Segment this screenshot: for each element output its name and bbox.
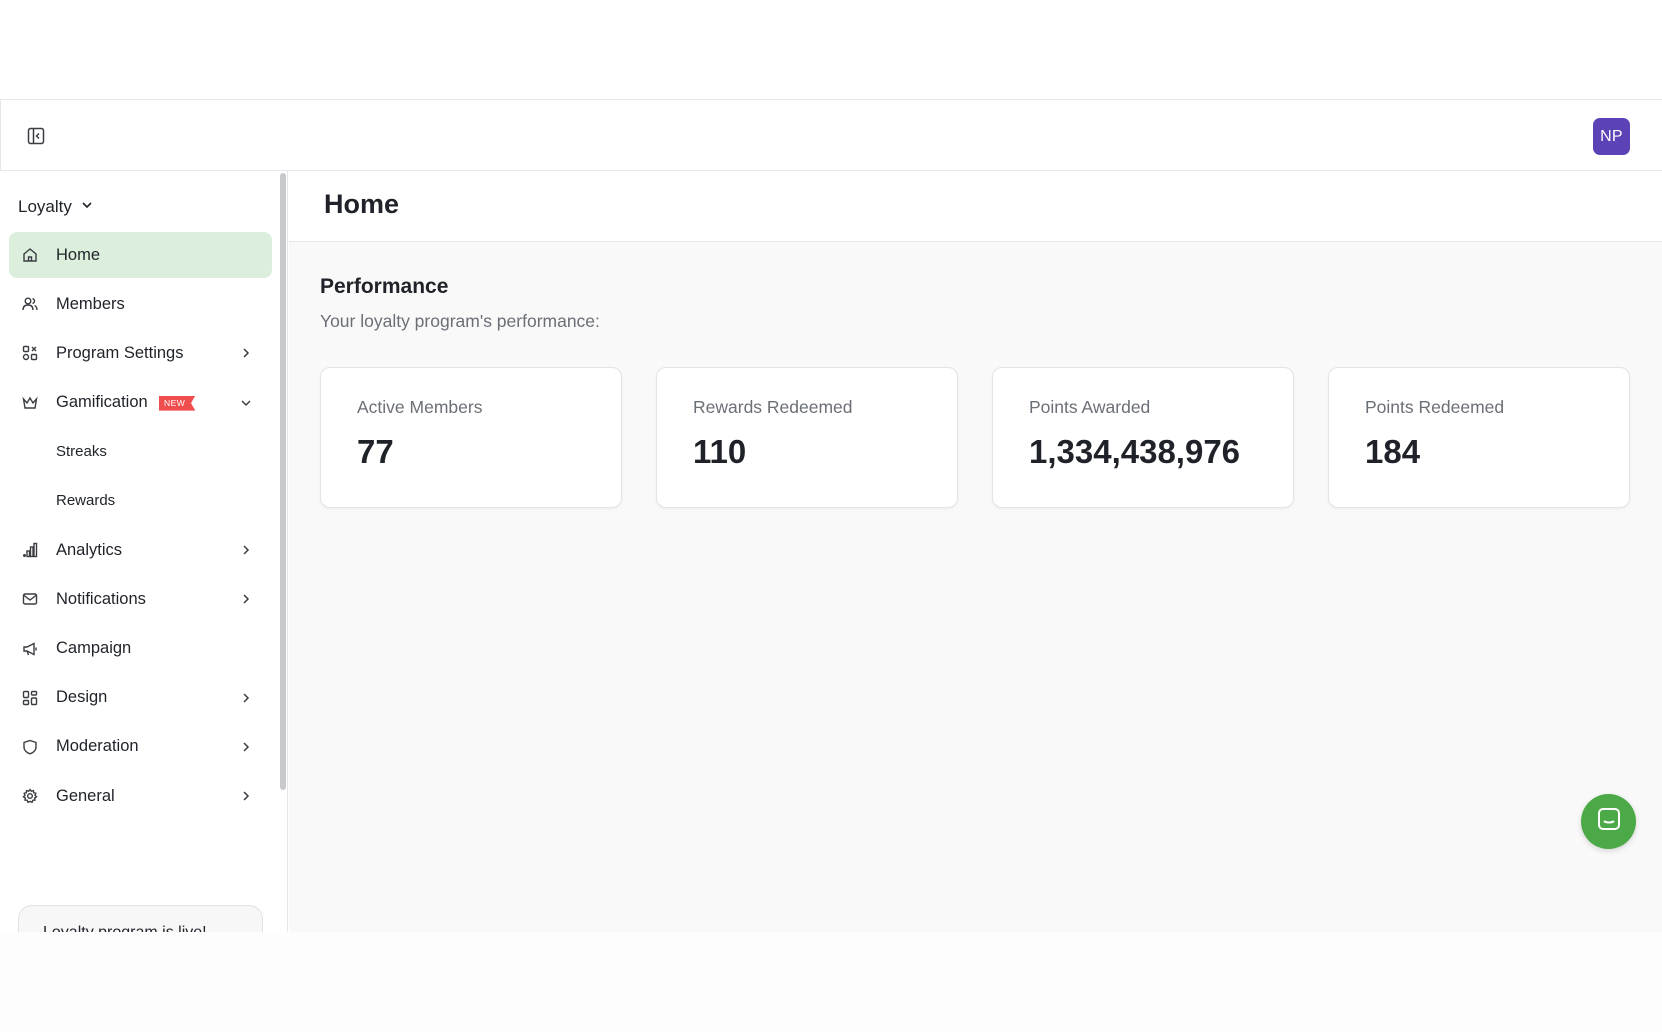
section-subtitle: Your loyalty program's performance:: [320, 311, 600, 331]
sidebar-item-label: Streaks: [56, 443, 107, 461]
sidebar-item-design[interactable]: Design: [9, 675, 272, 721]
sidebar-item-streaks[interactable]: Streaks: [9, 429, 272, 475]
sidebar-item-label: General: [56, 786, 115, 805]
stat-value: 110: [693, 433, 747, 470]
stat-card-points-redeemed: Points Redeemed 184: [1328, 367, 1630, 508]
sidebar-item-label: Gamification: [56, 393, 148, 412]
page-header: Home: [289, 171, 1662, 242]
stat-value: 184: [1365, 433, 1421, 470]
chevron-right-icon: [238, 591, 254, 607]
sidebar-item-members[interactable]: Members: [9, 281, 272, 327]
page-title: Home: [324, 189, 400, 219]
sidebar-scrollbar[interactable]: [280, 173, 286, 790]
chat-button[interactable]: [1581, 794, 1636, 849]
sidebar-item-label: Rewards: [56, 492, 116, 510]
home-icon: [21, 246, 39, 264]
page-bottom-area: [0, 932, 1662, 1032]
chevron-right-icon: [238, 739, 254, 755]
stat-value: 1,334,438,976: [1029, 433, 1241, 470]
stat-card-active-members: Active Members 77: [320, 367, 622, 508]
sidebar-collapse-icon[interactable]: [25, 125, 47, 147]
sidebar-item-label: Members: [56, 294, 125, 313]
sidebar-item-label: Home: [56, 245, 101, 264]
sidebar-item-general[interactable]: General: [9, 773, 272, 819]
new-badge: NEW: [159, 395, 196, 411]
chevron-down-icon: [238, 395, 254, 411]
settings-grid-icon: [21, 344, 39, 362]
chevron-right-icon: [238, 690, 254, 706]
sidebar-item-rewards[interactable]: Rewards: [9, 478, 272, 524]
stat-card-points-awarded: Points Awarded 1,334,438,976: [992, 367, 1294, 508]
stat-value: 77: [357, 433, 394, 470]
sidebar-item-analytics[interactable]: Analytics: [9, 527, 272, 573]
sidebar-item-label: Design: [56, 688, 108, 707]
program-selector[interactable]: Loyalty: [18, 195, 94, 219]
sidebar-item-label: Moderation: [56, 737, 139, 756]
chevron-right-icon: [238, 788, 254, 804]
sidebar-item-moderation[interactable]: Moderation: [9, 724, 272, 770]
program-selector-label: Loyalty: [18, 197, 72, 216]
mail-icon: [21, 590, 39, 608]
sidebar: Loyalty Home Members Program Settings Ga…: [0, 171, 288, 932]
chevron-down-icon: [80, 197, 94, 217]
stat-label: Points Awarded: [1029, 397, 1151, 417]
promo-card-text: Loyalty program is live!: [43, 924, 207, 932]
sidebar-item-home[interactable]: Home: [9, 232, 272, 278]
users-icon: [21, 295, 39, 313]
stat-label: Rewards Redeemed: [693, 397, 853, 417]
stat-label: Active Members: [357, 397, 483, 417]
sidebar-nav: Home Members Program Settings Gamificati…: [9, 232, 272, 822]
top-bar: NP: [0, 99, 1662, 171]
chat-bubble-icon: [1596, 806, 1622, 837]
sidebar-item-gamification[interactable]: Gamification NEW: [9, 380, 272, 426]
sidebar-item-label: Program Settings: [56, 343, 184, 362]
shield-icon: [21, 738, 39, 756]
sidebar-item-campaign[interactable]: Campaign: [9, 626, 272, 672]
stat-label: Points Redeemed: [1365, 397, 1505, 417]
sidebar-item-notifications[interactable]: Notifications: [9, 576, 272, 622]
promo-card[interactable]: Loyalty program is live!: [18, 905, 263, 932]
bar-chart-icon: [21, 541, 39, 559]
sidebar-item-label: Notifications: [56, 589, 146, 608]
avatar[interactable]: NP: [1593, 118, 1630, 155]
megaphone-icon: [21, 640, 39, 658]
main-content: Home Performance Your loyalty program's …: [289, 171, 1662, 932]
sidebar-item-label: Campaign: [56, 639, 132, 657]
layout-icon: [21, 689, 39, 707]
stat-card-rewards-redeemed: Rewards Redeemed 110: [656, 367, 958, 508]
gear-icon: [21, 787, 39, 805]
chevron-right-icon: [238, 345, 254, 361]
section-title: Performance: [320, 275, 449, 298]
sidebar-item-label: Analytics: [56, 540, 123, 559]
app-window: NP Loyalty Home Members Program Settings…: [0, 0, 1662, 1032]
crown-icon: [21, 394, 39, 412]
sidebar-item-program-settings[interactable]: Program Settings: [9, 330, 272, 376]
chevron-right-icon: [238, 542, 254, 558]
